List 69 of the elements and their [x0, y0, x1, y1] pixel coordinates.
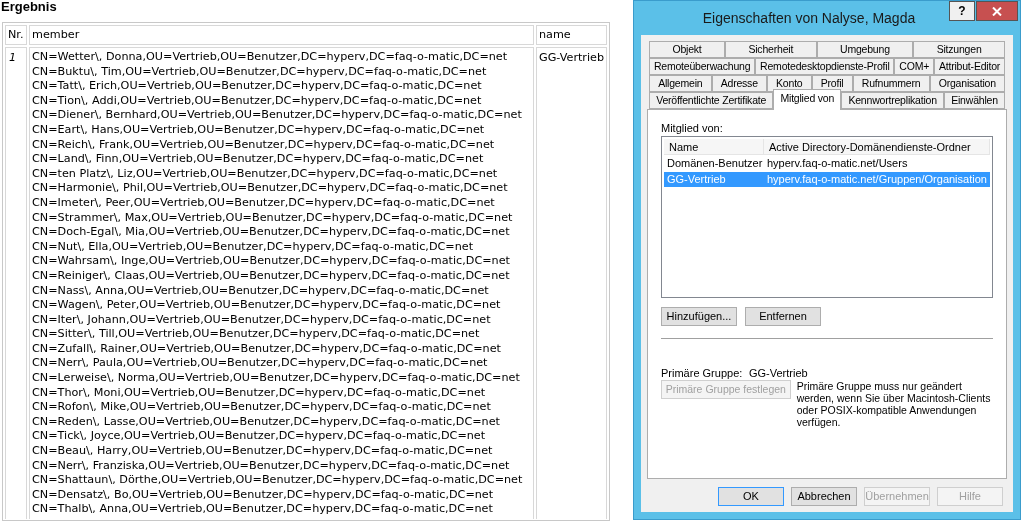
column-header: Nr.: [5, 25, 27, 45]
tab[interactable]: Sicherheit: [725, 41, 817, 58]
dialog-button[interactable]: Abbrechen: [791, 487, 857, 506]
tab[interactable]: Veröffentlichte Zertifikate: [649, 92, 774, 109]
member-dn: CN=Reich\, Frank,OU=Vertrieb,OU=Benutzer,DC=hyperv,DC=faq-o-matic,DC=net: [32, 137, 496, 153]
tab[interactable]: Allgemein: [649, 75, 712, 92]
member-dn: CN=Lerweise\, Norma,OU=Vertrieb,OU=Benutzer,DC=hyperv,DC=faq-o-matic,DC=net: [32, 371, 521, 386]
tab[interactable]: Sitzungen: [913, 41, 1005, 58]
member-dn: CN=Wagen\, Peter,OU=Vertrieb,OU=Benutzer,DC=hyperv,DC=faq-o-matic,DC=net: [32, 298, 502, 313]
member-dn: CN=Densatz\, Bo,OU=Vertrieb,OU=Benutzer,DC=hyperv,DC=faq-o-matic,DC=net: [32, 487, 495, 503]
close-icon: [992, 6, 1002, 16]
member-dn: CN=Tion\, Addi,OU=Vertrieb,OU=Benutzer,DC=hyperv,DC=faq-o-matic,DC=net: [32, 93, 483, 109]
member-dn: CN=Thalb\, Anna,OU=Vertrieb,OU=Benutzer,DC=hyperv,DC=faq-o-matic,DC=net: [32, 502, 494, 517]
member-dn: CN=ten Platz\, Liz,OU=Vertrieb,OU=Benutzer,DC=hyperv,DC=faq-o-matic,DC=net: [32, 166, 499, 182]
tab[interactable]: Mitglied von: [773, 89, 842, 110]
close-button[interactable]: [976, 1, 1018, 21]
member-dn: CN=Beau\, Harry,OU=Vertrieb,OU=Benutzer,DC=hyperv,DC=faq-o-matic,DC=net: [32, 444, 494, 459]
tab[interactable]: Organisation: [929, 75, 1005, 92]
member-dn: CN=Iter\, Johann,OU=Vertrieb,OU=Benutzer,DC=hyperv,DC=faq-o-matic,DC=net: [32, 312, 492, 328]
member-dn: CN=Nut\, Ella,OU=Vertrieb,OU=Benutzer,DC=hyperv,DC=faq-o-matic,DC=net: [32, 239, 475, 255]
member-dn: CN=Buktu\, Tim,OU=Vertrieb,OU=Benutzer,DC=hyperv,DC=faq-o-matic,DC=net: [32, 64, 488, 80]
member-dn: CN=Tatt\, Erich,OU=Vertrieb,OU=Benutzer,DC=hyperv,DC=faq-o-matic,DC=net: [32, 79, 483, 94]
member-dn: CN=Shattaun\, Dörthe,OU=Vertrieb,OU=Benutzer,DC=hyperv,DC=faq-o-matic,DC=net: [32, 473, 524, 488]
list-button[interactable]: Hinzufügen...: [661, 307, 737, 326]
section-heading: Ergebnis: [0, 0, 58, 16]
tab[interactable]: Objekt: [649, 41, 725, 58]
member-dn: CN=Thor\, Moni,OU=Vertrieb,OU=Benutzer,DC=hyperv,DC=faq-o-matic,DC=net: [32, 385, 487, 401]
member-dn: CN=Zufall\, Rainer,OU=Vertrieb,OU=Benutzer,DC=hyperv,DC=faq-o-matic,DC=net: [32, 341, 502, 357]
member-dn: CN=Diener\, Bernhard,OU=Vertrieb,OU=Benutzer,DC=hyperv,DC=faq-o-matic,DC=net: [32, 108, 523, 123]
tab[interactable]: Kennwortreplikation: [841, 92, 944, 109]
tab[interactable]: Einwählen: [944, 92, 1005, 109]
tab[interactable]: Attribut-Editor: [934, 58, 1005, 75]
member-dn: CN=Wahrsam\, Inge,OU=Vertrieb,OU=Benutzer,DC=hyperv,DC=faq-o-matic,DC=net: [32, 254, 511, 269]
table-cell: GG-Vertrieb: [536, 47, 608, 519]
hint-text: Primäre Gruppe muss nur geändert werden, wenn Sie über Macintosh-Clients oder POSIX-kompatible Anwendungen verfügen.: [796, 380, 992, 428]
list-button[interactable]: Entfernen: [745, 307, 821, 326]
member-dn: CN=Nerr\, Franziska,OU=Vertrieb,OU=Benutzer,DC=hyperv,DC=faq-o-matic,DC=net: [32, 458, 511, 474]
tab[interactable]: Remotedesktopdienste-Profil: [755, 58, 895, 75]
list-row[interactable]: Domänen-Benutzer hyperv.faq-o-matic.net/Users: [664, 156, 990, 171]
member-dn: CN=Wetter\, Donna,OU=Vertrieb,OU=Benutzer,DC=hyperv,DC=faq-o-matic,DC=net: [32, 50, 509, 65]
column-header: name: [536, 25, 608, 45]
member-dn: CN=Land\, Finn,OU=Vertrieb,OU=Benutzer,DC=hyperv,DC=faq-o-matic,DC=net: [32, 152, 485, 167]
member-dn: CN=Reden\, Lasse,OU=Vertrieb,OU=Benutzer,DC=hyperv,DC=faq-o-matic,DC=net: [32, 414, 501, 430]
member-dn: CN=Nass\, Anna,OU=Vertrieb,OU=Benutzer,DC=hyperv,DC=faq-o-matic,DC=net: [32, 283, 490, 299]
member-dn: CN=Nerr\, Paula,OU=Vertrieb,OU=Benutzer,DC=hyperv,DC=faq-o-matic,DC=net: [32, 356, 489, 372]
field-label: Primäre Gruppe:: [661, 366, 744, 379]
field-value: GG-Vertrieb: [749, 366, 808, 379]
tab[interactable]: Rufnummern: [852, 75, 930, 92]
tab[interactable]: Adresse: [711, 75, 767, 92]
member-dn: CN=Imeter\, Peer,OU=Vertrieb,OU=Benutzer,DC=hyperv,DC=faq-o-matic,DC=net: [32, 195, 496, 211]
member-dn: CN=Eart\, Hans,OU=Vertrieb,OU=Benutzer,DC=hyperv,DC=faq-o-matic,DC=net: [32, 122, 486, 138]
member-dn: CN=Strammer\, Max,OU=Vertrieb,OU=Benutzer,DC=hyperv,DC=faq-o-matic,DC=net: [32, 210, 514, 226]
tab[interactable]: COM+: [894, 58, 935, 75]
window-title: Eigenschaften von Nalyse, Magda: [701, 8, 917, 28]
table-cell: 1: [5, 47, 27, 519]
member-dn: CN=Tick\, Joyce,OU=Vertrieb,OU=Benutzer,DC=hyperv,DC=faq-o-matic,DC=net: [32, 429, 487, 445]
tab[interactable]: Umgebung: [816, 41, 914, 58]
column-header: member: [29, 25, 534, 45]
dialog-button[interactable]: OK: [718, 487, 784, 506]
column-header[interactable]: Active Directory-Domänendienste-Ordner: [764, 139, 990, 154]
group-label: Mitglied von:: [661, 121, 724, 135]
member-dn: CN=Sitter\, Till,OU=Vertrieb,OU=Benutzer,DC=hyperv,DC=faq-o-matic,DC=net: [32, 327, 481, 342]
tab[interactable]: Remoteüberwachung: [649, 58, 756, 75]
column-header[interactable]: Name: [664, 139, 764, 154]
help-button[interactable]: ?: [949, 1, 975, 21]
member-dn: CN=Doch-Egal\, Mia,OU=Vertrieb,OU=Benutzer,DC=hyperv,DC=faq-o-matic,DC=net: [32, 225, 511, 240]
member-dn: CN=Reiniger\, Claas,OU=Vertrieb,OU=Benutzer,DC=hyperv,DC=faq-o-matic,DC=net: [32, 268, 511, 284]
member-dn: CN=Harmonie\, Phil,OU=Vertrieb,OU=Benutzer,DC=hyperv,DC=faq-o-matic,DC=net: [32, 181, 509, 196]
member-dn: CN=Rofon\, Mike,OU=Vertrieb,OU=Benutzer,DC=hyperv,DC=faq-o-matic,DC=net: [32, 400, 492, 415]
